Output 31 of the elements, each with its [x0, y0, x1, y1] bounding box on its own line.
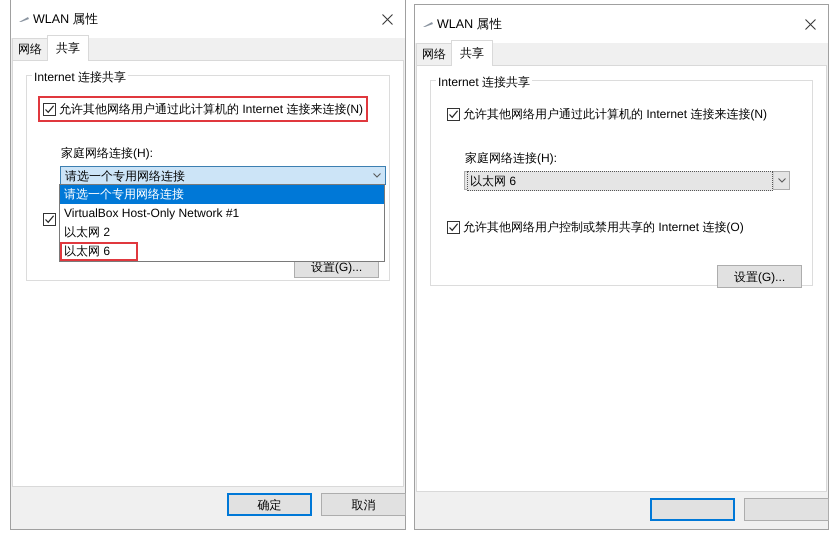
- dropdown-option[interactable]: 请选一个专用网络连接: [60, 185, 384, 204]
- network-icon: [19, 16, 29, 22]
- checkbox[interactable]: [43, 213, 56, 226]
- chevron-down-icon: [778, 178, 786, 183]
- field-label: 家庭网络连接(H):: [61, 145, 154, 162]
- checkbox[interactable]: [447, 220, 460, 234]
- group-title: Internet 连接共享: [32, 68, 128, 86]
- tab[interactable]: 网络: [12, 38, 48, 60]
- checkbox[interactable]: [447, 108, 460, 120]
- field-label: 家庭网络连接(H):: [465, 150, 558, 167]
- settings-button[interactable]: 设置(G)...: [717, 265, 802, 288]
- dropdown-field[interactable]: 以太网 6: [464, 171, 790, 190]
- window-title: WLAN 属性: [437, 16, 504, 33]
- dropdown-option[interactable]: 以太网 6: [60, 242, 138, 261]
- dialog-button[interactable]: 确定: [227, 493, 312, 516]
- chevron-down-icon: [373, 173, 381, 178]
- checkbox-label[interactable]: 允许其他网络用户控制或禁用共享的 Internet 连接(O): [463, 218, 744, 236]
- checkbox-label[interactable]: 允许其他网络用户通过此计算机的 Internet 连接来连接(N): [59, 100, 364, 118]
- window-title: WLAN 属性: [33, 10, 100, 28]
- checkbox-label[interactable]: 允许其他网络用户通过此计算机的 Internet 连接来连接(N): [463, 105, 768, 123]
- tab[interactable]: 网络: [416, 43, 452, 65]
- dialog-button[interactable]: 取消: [321, 493, 406, 516]
- checkbox[interactable]: [43, 102, 56, 116]
- tab[interactable]: 共享: [47, 35, 89, 61]
- dropdown-option[interactable]: 以太网 2: [60, 223, 384, 242]
- dialog-button[interactable]: [650, 498, 735, 521]
- dropdown-option[interactable]: VirtualBox Host-Only Network #1: [60, 204, 384, 223]
- tab[interactable]: 共享: [451, 40, 493, 66]
- group-title: Internet 连接共享: [436, 73, 532, 91]
- dropdown-field[interactable]: 请选一个专用网络连接: [60, 166, 386, 185]
- network-icon: [423, 21, 433, 27]
